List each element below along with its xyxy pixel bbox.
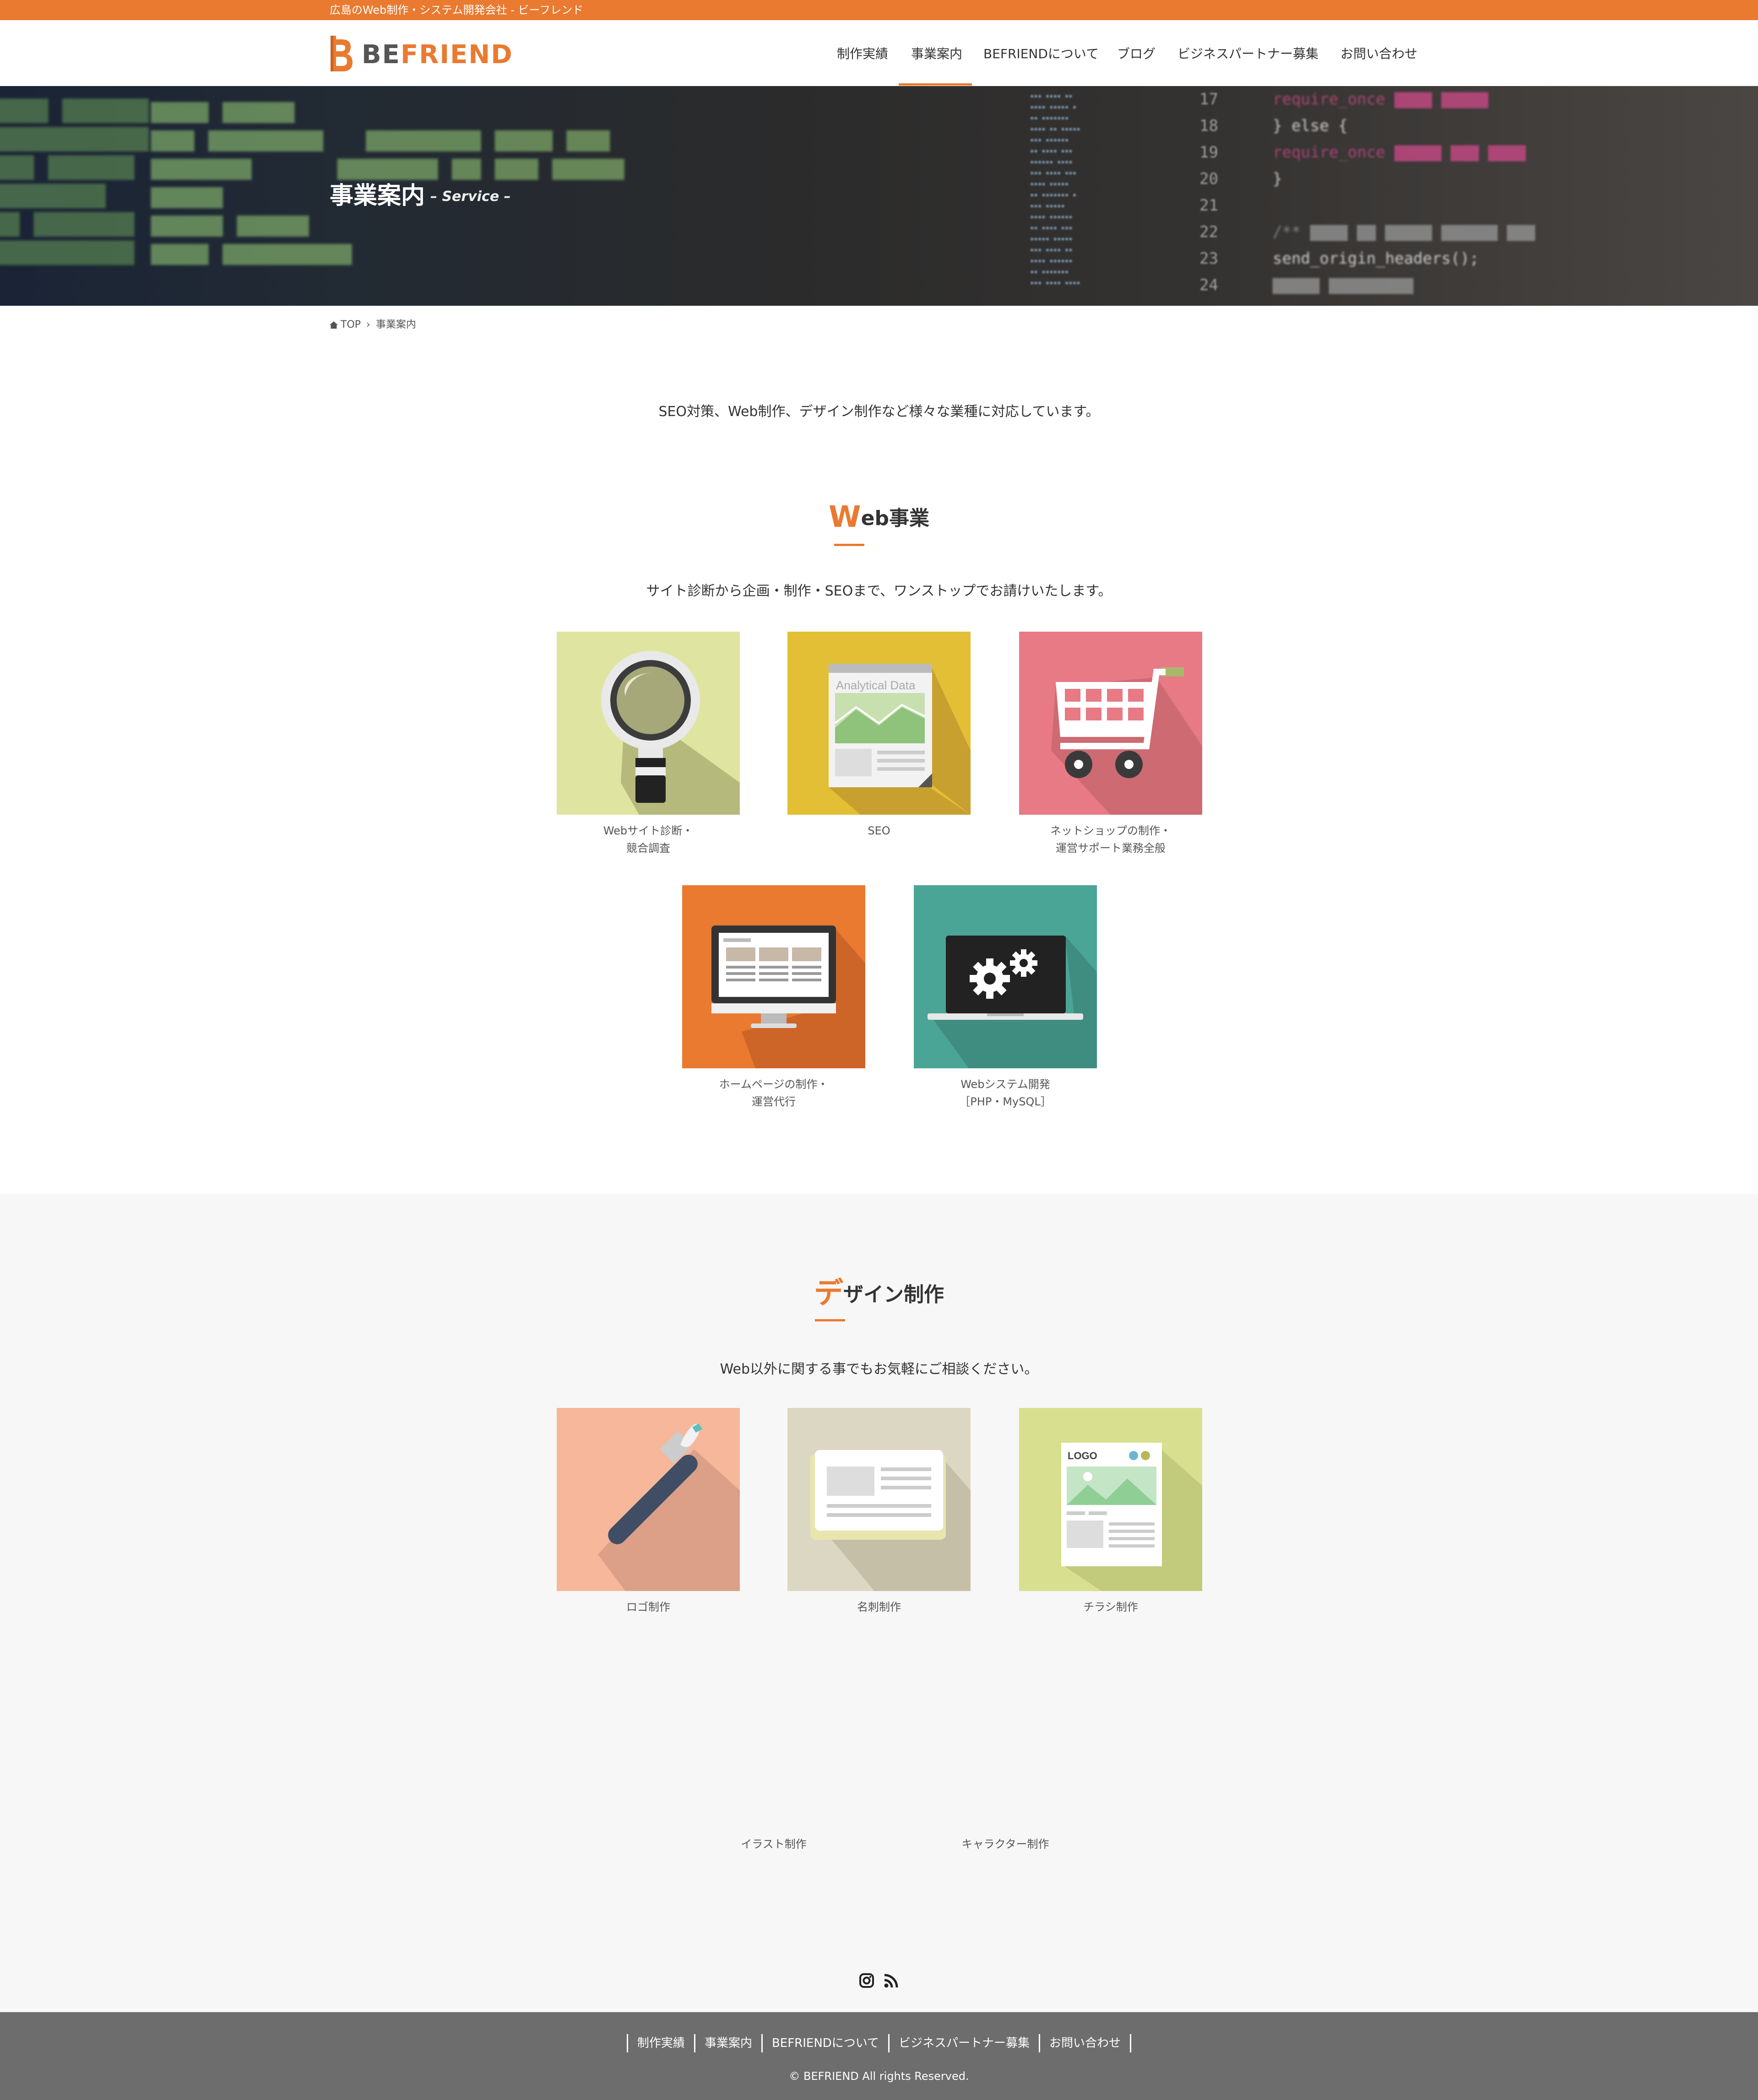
card-seo[interactable]: Analytical Data bbox=[787, 632, 971, 815]
magnifier-icon bbox=[601, 651, 740, 815]
design-section-lead: Web以外に関する事でもお気軽にご相談ください。 bbox=[720, 1361, 1038, 1377]
nav-item-contact[interactable]: お問い合わせ bbox=[1340, 46, 1417, 62]
caption-line2: 運営サポート業務全般 bbox=[1056, 842, 1166, 855]
flyer-icon: LOGO bbox=[1060, 1443, 1202, 1591]
caption-line1: ホームページの制作・ bbox=[719, 1078, 829, 1091]
web-title-rest: eb事業 bbox=[861, 507, 929, 530]
card-web-system[interactable] bbox=[914, 885, 1097, 1068]
hero-bg-code-mid: ▆▆▆▆ ▆▆▆▆▆ ▆▆▆ ▆▆▆▆▆▆▆▆ ▆▆▆▆▆▆▆▆ ▆▆▆▆ ▆▆▆… bbox=[151, 96, 624, 265]
card-site-diagnosis-caption: Webサイト診断・ 競合調査 bbox=[557, 822, 740, 857]
card-homepage[interactable] bbox=[682, 885, 865, 1068]
breadcrumb-top-link[interactable]: TOP bbox=[341, 319, 361, 330]
card-netshop-caption: ネットショップの制作・ 運営サポート業務全般 bbox=[1019, 822, 1202, 857]
card-web-system-caption: Webシステム開発 ［PHP・MySQL］ bbox=[914, 1076, 1097, 1110]
web-title-underline bbox=[834, 544, 864, 546]
caption-line2: 競合調査 bbox=[626, 842, 670, 855]
caption-line1: Webサイト診断・ bbox=[603, 824, 694, 837]
footer-nav-service[interactable]: 事業案内 bbox=[694, 2034, 761, 2052]
site-header: BEFRIEND 制作実績 事業案内 BEFRIENDについて ブログ ビジネス… bbox=[0, 20, 1758, 86]
hero-bg-code-left: ▇▇▇▇ ▇▇▇▇▇▇ ▇▇▇▇▇▇▇▇▇▇▇ ▇▇▇ ▇▇▇▇▇▇ ▇▇▇▇▇▇▇▇… bbox=[0, 96, 149, 265]
character-caption[interactable]: キャラクター制作 bbox=[914, 1835, 1097, 1853]
card-flyer-caption: チラシ制作 bbox=[1083, 1601, 1138, 1613]
logo-friend-text: FRIEND bbox=[400, 40, 513, 70]
card-logo-design-caption: ロゴ制作 bbox=[626, 1601, 670, 1613]
page-hero: ▇▇▇▇ ▇▇▇▇▇▇ ▇▇▇▇▇▇▇▇▇▇▇ ▇▇▇ ▇▇▇▇▇▇ ▇▇▇▇▇▇▇▇… bbox=[0, 86, 1758, 306]
home-icon bbox=[330, 321, 338, 329]
logo-wordmark: BEFRIEND bbox=[362, 41, 513, 69]
breadcrumb: TOP › 事業案内 bbox=[330, 319, 416, 331]
card-netshop[interactable] bbox=[1019, 632, 1202, 815]
design-title-underline bbox=[815, 1319, 845, 1321]
hero-bg-minimap: ▪▪▪ ▪▪▪▪ ▪▪ ▪▪▪▪ ▪▪▪▪▪ ▪ ▪▪ ▪▪▪▪▪▪▪ ▪▪▪▪ ▪▪… bbox=[1030, 92, 1080, 287]
hero-bg-code-right-pink: require_once ▇▇▇▇ ▇▇▇▇▇} else {require_o… bbox=[1273, 90, 1536, 294]
page-title: 事業案内 bbox=[330, 182, 425, 210]
card-business-card[interactable] bbox=[787, 1408, 971, 1591]
main-nav: 制作実績 事業案内 BEFRIENDについて ブログ ビジネスパートナー募集 お… bbox=[824, 20, 1428, 86]
illustration-caption[interactable]: イラスト制作 bbox=[682, 1835, 865, 1853]
card-logo-design[interactable] bbox=[557, 1408, 740, 1591]
web-section-title: Web事業 bbox=[0, 503, 1758, 532]
card-homepage-caption: ホームページの制作・ 運営代行 bbox=[682, 1076, 865, 1110]
breadcrumb-separator-icon: › bbox=[366, 319, 370, 330]
web-section-lead: サイト診断から企画・制作・SEOまで、ワンストップでお請けいたします。 bbox=[646, 583, 1112, 599]
footer-nav: 制作実績 事業案内 BEFRIENDについて ビジネスパートナー募集 お問い合わせ bbox=[0, 2034, 1758, 2052]
social-links bbox=[0, 1935, 1758, 2012]
nav-item-about[interactable]: BEFRIENDについて bbox=[983, 46, 1099, 62]
analytics-label: Analytical Data bbox=[836, 678, 916, 692]
desktop-monitor-icon bbox=[711, 926, 865, 1068]
caption-line2: ［PHP・MySQL］ bbox=[959, 1095, 1052, 1108]
nav-item-blog[interactable]: ブログ bbox=[1117, 46, 1156, 62]
site-logo[interactable]: BEFRIEND bbox=[329, 35, 512, 73]
laptop-gears-icon bbox=[928, 936, 1097, 1068]
page-subtitle: – Service – bbox=[430, 189, 511, 205]
footer-nav-about[interactable]: BEFRIENDについて bbox=[761, 2034, 888, 2052]
web-title-initial: W bbox=[829, 500, 861, 534]
flyer-logo-text: LOGO bbox=[1068, 1450, 1097, 1461]
design-section-title: デザイン制作 bbox=[0, 1277, 1758, 1310]
breadcrumb-current: 事業案内 bbox=[375, 319, 416, 330]
analytics-document-icon: Analytical Data bbox=[829, 664, 971, 815]
nav-active-indicator bbox=[899, 83, 972, 86]
card-seo-caption: SEO bbox=[868, 824, 890, 837]
top-bar: 広島のWeb制作・システム開発会社 - ビーフレンド bbox=[0, 0, 1758, 20]
caption-line1: ネットショップの制作・ bbox=[1050, 824, 1171, 837]
nav-item-partner[interactable]: ビジネスパートナー募集 bbox=[1177, 46, 1318, 62]
card-business-card-caption: 名刺制作 bbox=[857, 1601, 901, 1613]
site-tagline: 広島のWeb制作・システム開発会社 - ビーフレンド bbox=[330, 4, 584, 16]
site-footer: 制作実績 事業案内 BEFRIENDについて ビジネスパートナー募集 お問い合わせ © … bbox=[0, 2012, 1758, 2100]
design-title-initial: デ bbox=[814, 1277, 843, 1310]
copyright: © BEFRIEND All rights Reserved. bbox=[789, 2070, 969, 2083]
card-site-diagnosis[interactable] bbox=[557, 632, 740, 815]
caption-line1: Webシステム開発 bbox=[960, 1078, 1050, 1091]
design-title-rest: ザイン制作 bbox=[843, 1283, 944, 1306]
caption-line2: 運営代行 bbox=[752, 1095, 796, 1108]
footer-nav-works[interactable]: 制作実績 bbox=[626, 2034, 694, 2052]
logo-be-text: BE bbox=[362, 40, 401, 70]
nav-item-works[interactable]: 制作実績 bbox=[837, 46, 888, 62]
logo-b-mark-icon bbox=[331, 36, 353, 71]
business-card-icon bbox=[810, 1450, 971, 1591]
rss-icon[interactable] bbox=[884, 1974, 898, 1988]
instagram-icon[interactable] bbox=[859, 1973, 874, 1988]
paintbrush-icon bbox=[598, 1423, 740, 1591]
footer-nav-contact[interactable]: お問い合わせ bbox=[1039, 2034, 1132, 2052]
nav-item-service[interactable]: 事業案内 bbox=[911, 46, 962, 62]
hero-bg-line-numbers: 17 18 19 20 21 22 23 24 bbox=[1199, 90, 1218, 294]
footer-nav-partner[interactable]: ビジネスパートナー募集 bbox=[888, 2034, 1039, 2052]
card-flyer[interactable]: LOGO bbox=[1019, 1408, 1202, 1591]
shopping-cart-icon bbox=[1051, 667, 1202, 815]
intro-text: SEO対策、Web制作、デザイン制作など様々な業種に対応しています。 bbox=[658, 404, 1100, 420]
